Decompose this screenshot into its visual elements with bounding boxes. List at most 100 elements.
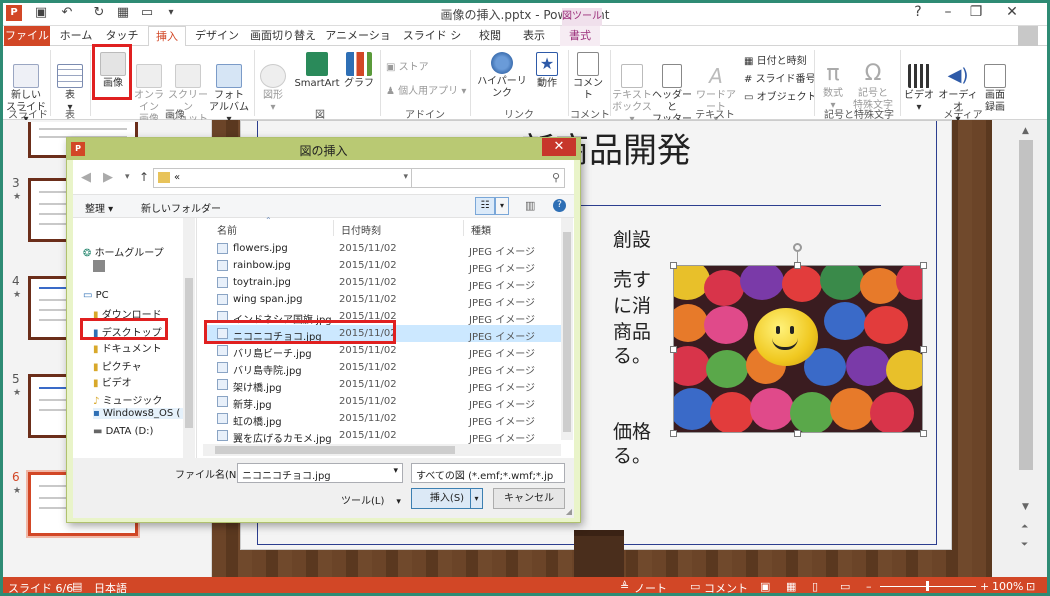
tab-home[interactable]: ホーム — [56, 26, 96, 46]
rotate-handle-icon[interactable] — [793, 243, 802, 252]
tools-button[interactable]: ツール(L) ▾ — [341, 492, 401, 507]
documents-item[interactable]: ▮ ドキュメント — [93, 340, 162, 355]
forward-icon[interactable]: ▶ — [103, 170, 113, 185]
music-item[interactable]: ♪ ミュージック — [93, 392, 162, 407]
slide-number-button[interactable]: # スライド番号 — [744, 70, 816, 85]
minimize-button[interactable]: – — [934, 0, 962, 24]
organize-button[interactable]: 整理 ▾ — [85, 200, 113, 215]
help-icon[interactable]: ? — [553, 199, 566, 212]
tab-insert[interactable]: 挿入 — [148, 26, 186, 47]
tab-slideshow[interactable]: スライド ショー — [398, 26, 466, 62]
filetype-select[interactable]: すべての図 (*.emf;*.wmf;*.jp — [411, 463, 565, 483]
file-row[interactable]: 虹の橋.jpg 2015/11/02 JPEG イメージ — [207, 410, 563, 428]
data-drive-item[interactable]: ▬ DATA (D:) — [93, 426, 153, 437]
spellcheck-icon[interactable]: ▤ — [72, 580, 82, 593]
reading-view-icon[interactable]: ▯ — [812, 580, 818, 593]
slide-scrollbar[interactable]: ▲ ▼ ⏶ ⏷ — [992, 120, 1050, 577]
nav-scrollbar[interactable] — [183, 218, 195, 458]
help-button[interactable]: ? — [904, 0, 932, 24]
user-icon[interactable] — [93, 260, 105, 272]
resize-handle[interactable] — [670, 262, 677, 269]
homegroup-item[interactable]: ❂ ホームグループ — [83, 244, 164, 259]
zoom-slider-thumb[interactable] — [926, 581, 929, 591]
view-dropdown-icon[interactable]: ▾ — [495, 197, 509, 215]
filename-input[interactable]: ニコニコチョコ.jpg ▾ — [237, 463, 403, 483]
resize-handle[interactable] — [670, 430, 677, 437]
tab-design[interactable]: デザイン — [192, 26, 242, 46]
scroll-up-icon[interactable]: ▲ — [1022, 126, 1029, 136]
datetime-button[interactable]: ▦ 日付と時刻 — [744, 52, 807, 67]
symbol-button[interactable]: Ω 記号と 特殊文字 — [850, 50, 896, 112]
videos-item[interactable]: ▮ ビデオ — [93, 374, 132, 389]
file-row[interactable]: toytrain.jpg 2015/11/02 JPEG イメージ — [207, 274, 563, 292]
video-button[interactable]: ビデオ ▾ — [902, 52, 936, 114]
zoom-in-icon[interactable]: + — [980, 580, 989, 593]
search-input[interactable]: ⚲ — [411, 168, 565, 188]
nav-scroll-thumb[interactable] — [185, 278, 193, 428]
file-row[interactable]: 新芽.jpg 2015/11/02 JPEG イメージ — [207, 393, 563, 411]
notes-button[interactable]: ノート — [634, 580, 667, 596]
resize-grip-icon[interactable]: ◢ — [566, 507, 572, 516]
prev-slide-icon[interactable]: ⏶ — [1021, 522, 1028, 532]
column-name[interactable]: 名前 — [217, 222, 237, 237]
column-type[interactable]: 種類 — [471, 222, 491, 237]
close-window-button[interactable]: ✕ — [992, 0, 1032, 24]
header-footer-button[interactable]: ヘッダーと フッター — [652, 52, 692, 126]
table-button[interactable]: 表 ▾ — [54, 52, 86, 114]
filename-dropdown-icon[interactable]: ▾ — [393, 466, 398, 476]
chart-button[interactable]: グラフ — [344, 52, 374, 90]
dialog-close-button[interactable]: ✕ — [542, 138, 576, 156]
zoom-level[interactable]: 100% — [992, 580, 1023, 593]
file-hscroll-thumb[interactable] — [215, 446, 455, 454]
zoom-out-icon[interactable]: – — [866, 580, 872, 593]
file-row[interactable]: バリ島ビーチ.jpg 2015/11/02 JPEG イメージ — [207, 342, 563, 360]
slideshow-view-icon[interactable]: ▭ — [840, 580, 850, 593]
tab-animations[interactable]: アニメーション — [324, 26, 392, 62]
cancel-button[interactable]: キャンセル — [493, 488, 565, 509]
resize-handle[interactable] — [794, 262, 801, 269]
pc-item[interactable]: ▭ PC — [83, 290, 109, 301]
maximize-button[interactable]: ❐ — [962, 0, 990, 24]
user-avatar[interactable] — [1018, 26, 1038, 46]
file-row[interactable]: rainbow.jpg 2015/11/02 JPEG イメージ — [207, 257, 563, 275]
tab-transitions[interactable]: 画面切り替え — [248, 26, 318, 46]
resize-handle[interactable] — [920, 262, 927, 269]
address-bar[interactable]: « ▾ ↻ — [153, 168, 431, 188]
file-row[interactable]: バリ島寺院.jpg 2015/11/02 JPEG イメージ — [207, 359, 563, 377]
photo-album-button[interactable]: フォト アルバム ▾ — [208, 52, 250, 126]
file-row[interactable]: flowers.jpg 2015/11/02 JPEG イメージ — [207, 240, 563, 258]
file-row[interactable]: 翼を広げるカモメ.jpg 2015/11/02 JPEG イメージ — [207, 427, 563, 445]
scroll-thumb[interactable] — [1019, 140, 1033, 470]
resize-handle[interactable] — [794, 430, 801, 437]
action-button[interactable]: ★ 動作 — [532, 52, 562, 90]
normal-view-icon[interactable]: ▣ — [760, 580, 770, 593]
comment-button[interactable]: コメント — [570, 52, 606, 102]
history-dropdown-icon[interactable]: ▾ — [125, 172, 130, 182]
file-list-scrollbar[interactable] — [561, 218, 573, 440]
address-dropdown-icon[interactable]: ▾ — [403, 172, 408, 182]
inserted-candy-photo[interactable] — [673, 265, 923, 433]
scroll-down-icon[interactable]: ▼ — [1022, 502, 1029, 512]
resize-handle[interactable] — [920, 346, 927, 353]
my-apps-button[interactable]: ♟ 個人用アプリ ▾ — [386, 82, 466, 97]
tab-touch[interactable]: タッチ — [102, 26, 142, 46]
insert-dropdown-icon[interactable]: ▾ — [470, 489, 482, 508]
tab-file[interactable]: ファイル — [4, 26, 50, 46]
object-button[interactable]: ▭ オブジェクト — [744, 88, 817, 103]
file-scroll-thumb[interactable] — [563, 232, 571, 432]
resize-handle[interactable] — [670, 346, 677, 353]
up-folder-icon[interactable]: ↑ — [139, 170, 149, 184]
insert-button[interactable]: 挿入(S) ▾ — [411, 488, 483, 509]
resize-handle[interactable] — [920, 430, 927, 437]
textbox-button[interactable]: テキスト ボックス ▾ — [612, 52, 652, 126]
tab-view[interactable]: 表示 — [514, 26, 554, 46]
comments-button[interactable]: コメント — [704, 580, 748, 596]
file-row[interactable]: wing span.jpg 2015/11/02 JPEG イメージ — [207, 291, 563, 309]
new-folder-button[interactable]: 新しいフォルダー — [141, 200, 221, 215]
column-date[interactable]: 日付時刻 — [341, 222, 381, 237]
file-list-hscrollbar[interactable] — [203, 444, 561, 456]
slide-sorter-icon[interactable]: ▦ — [786, 580, 796, 593]
tab-format[interactable]: 書式 — [560, 26, 600, 46]
next-slide-icon[interactable]: ⏷ — [1021, 540, 1028, 550]
screen-record-button[interactable]: 画面 録画 — [980, 52, 1010, 114]
